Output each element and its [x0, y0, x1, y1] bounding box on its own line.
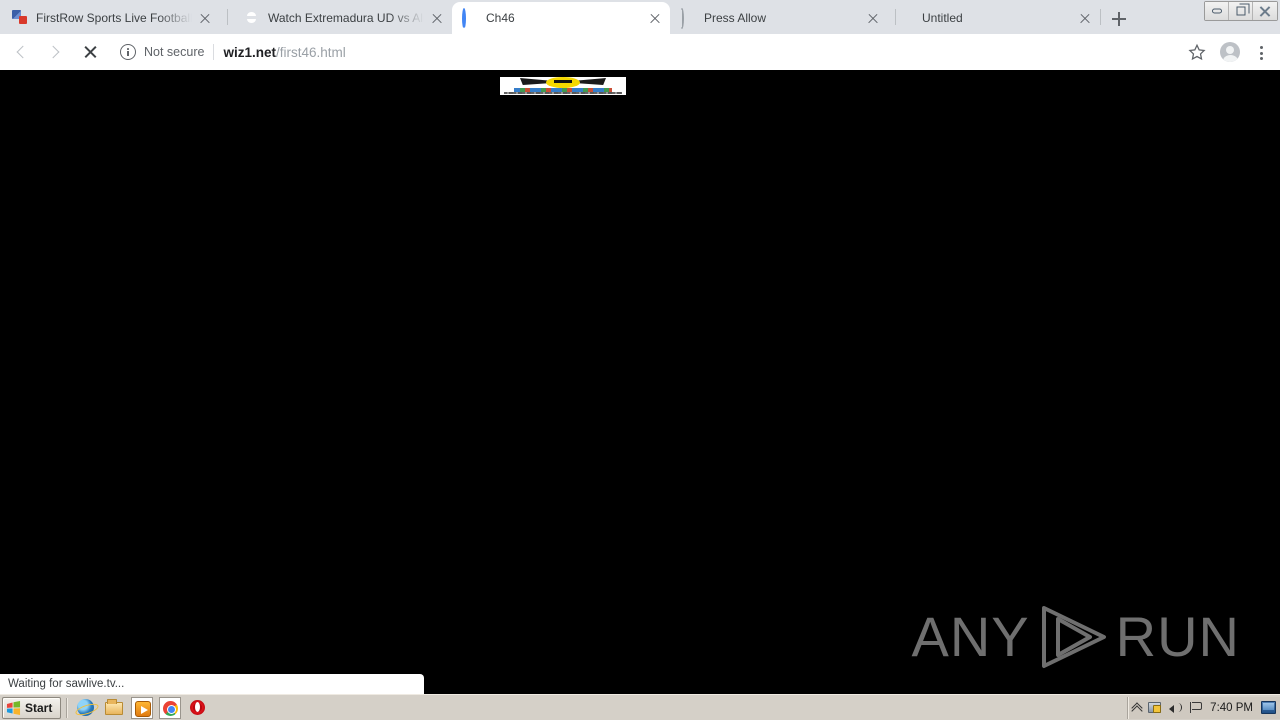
- tab-firstrow-sports[interactable]: FirstRow Sports Live Football St: [2, 2, 220, 34]
- tab-title: Watch Extremadura UD vs Alme: [268, 11, 424, 25]
- tab-title: Press Allow: [704, 11, 767, 25]
- tab-close-button[interactable]: [194, 7, 216, 29]
- tab-untitled[interactable]: Untitled: [902, 2, 1100, 34]
- omnibox-divider: [213, 44, 215, 60]
- loading-spinner-icon: [680, 8, 696, 29]
- url-text: wiz1.net/first46.html: [223, 45, 345, 60]
- anyrun-play-logo-icon: [1041, 606, 1106, 668]
- system-tray: 7:40 PM: [1127, 696, 1280, 719]
- network-icon[interactable]: [1148, 701, 1162, 715]
- show-hidden-icons-icon[interactable]: [1132, 703, 1142, 713]
- back-button[interactable]: [8, 38, 36, 66]
- tab-press-allow[interactable]: Press Allow: [670, 2, 888, 34]
- banner-eyes: [554, 80, 572, 83]
- info-icon[interactable]: [120, 44, 136, 60]
- globe-icon: [244, 10, 260, 26]
- loading-spinner-icon: [462, 8, 478, 29]
- ad-banner-image[interactable]: [500, 77, 626, 95]
- folder-icon[interactable]: [103, 697, 125, 719]
- tab-title: Ch46: [486, 11, 515, 25]
- restore-button[interactable]: [1229, 2, 1253, 20]
- flag-icon[interactable]: [1188, 701, 1203, 715]
- taskbar-separator: [66, 697, 68, 718]
- status-bar: Waiting for sawlive.tv...: [0, 674, 424, 694]
- tab-strip: FirstRow Sports Live Football St Watch E…: [0, 0, 1280, 34]
- opera-icon[interactable]: [187, 697, 209, 719]
- tab-watch-extremadura[interactable]: Watch Extremadura UD vs Alme: [234, 2, 452, 34]
- internet-explorer-icon[interactable]: [75, 697, 97, 719]
- banner-wing-right: [578, 78, 606, 85]
- avatar[interactable]: [1220, 42, 1240, 62]
- browser-toolbar: Not secure wiz1.net/first46.html: [0, 34, 1280, 70]
- tab-title: Untitled: [922, 11, 963, 25]
- tab-title: FirstRow Sports Live Football St: [36, 11, 192, 25]
- start-button-label: Start: [25, 700, 53, 715]
- security-status: Not secure: [144, 45, 205, 59]
- address-bar[interactable]: Not secure wiz1.net/first46.html: [112, 38, 1176, 66]
- watermark-text-any: ANY: [911, 605, 1030, 668]
- new-tab-button[interactable]: [1106, 6, 1132, 32]
- start-button[interactable]: Start: [2, 696, 62, 719]
- tab-ch46[interactable]: Ch46: [452, 2, 670, 34]
- url-host: wiz1.net: [223, 44, 276, 60]
- chrome-icon[interactable]: [159, 696, 182, 719]
- windows-flag-icon: [6, 700, 21, 715]
- close-button[interactable]: [1253, 2, 1277, 20]
- anyrun-watermark: ANY RUN: [912, 602, 1240, 672]
- taskbar-clock[interactable]: 7:40 PM: [1210, 702, 1253, 714]
- minimize-button[interactable]: [1205, 2, 1229, 20]
- bookmark-star-icon[interactable]: [1184, 39, 1210, 65]
- watermark-text-run: RUN: [1115, 605, 1240, 668]
- windows-taskbar: Start 7:40 PM: [0, 694, 1280, 720]
- tab-close-button[interactable]: [426, 7, 448, 29]
- page-content: ANY RUN Waiting for sawlive.tv...: [0, 70, 1280, 694]
- banner-wing-left: [520, 78, 548, 85]
- tab-separator: [1100, 9, 1101, 25]
- tab-close-button[interactable]: [644, 7, 666, 29]
- stop-button[interactable]: [76, 38, 104, 66]
- tab-separator: [895, 9, 896, 25]
- browser-window: FirstRow Sports Live Football St Watch E…: [0, 0, 1280, 694]
- url-path: /first46.html: [275, 44, 346, 60]
- chrome-menu-icon[interactable]: [1250, 39, 1272, 65]
- show-desktop-icon[interactable]: [1261, 701, 1276, 714]
- forward-button[interactable]: [40, 38, 68, 66]
- status-text: Waiting for sawlive.tv...: [8, 678, 125, 690]
- tab-separator: [227, 9, 228, 25]
- volume-icon[interactable]: [1168, 701, 1183, 715]
- window-controls: [1204, 1, 1278, 21]
- firstrow-icon: [12, 10, 28, 26]
- tab-close-button[interactable]: [862, 7, 884, 29]
- media-player-icon[interactable]: [131, 696, 154, 719]
- banner-subtext: [504, 92, 622, 94]
- tab-close-button[interactable]: [1074, 7, 1096, 29]
